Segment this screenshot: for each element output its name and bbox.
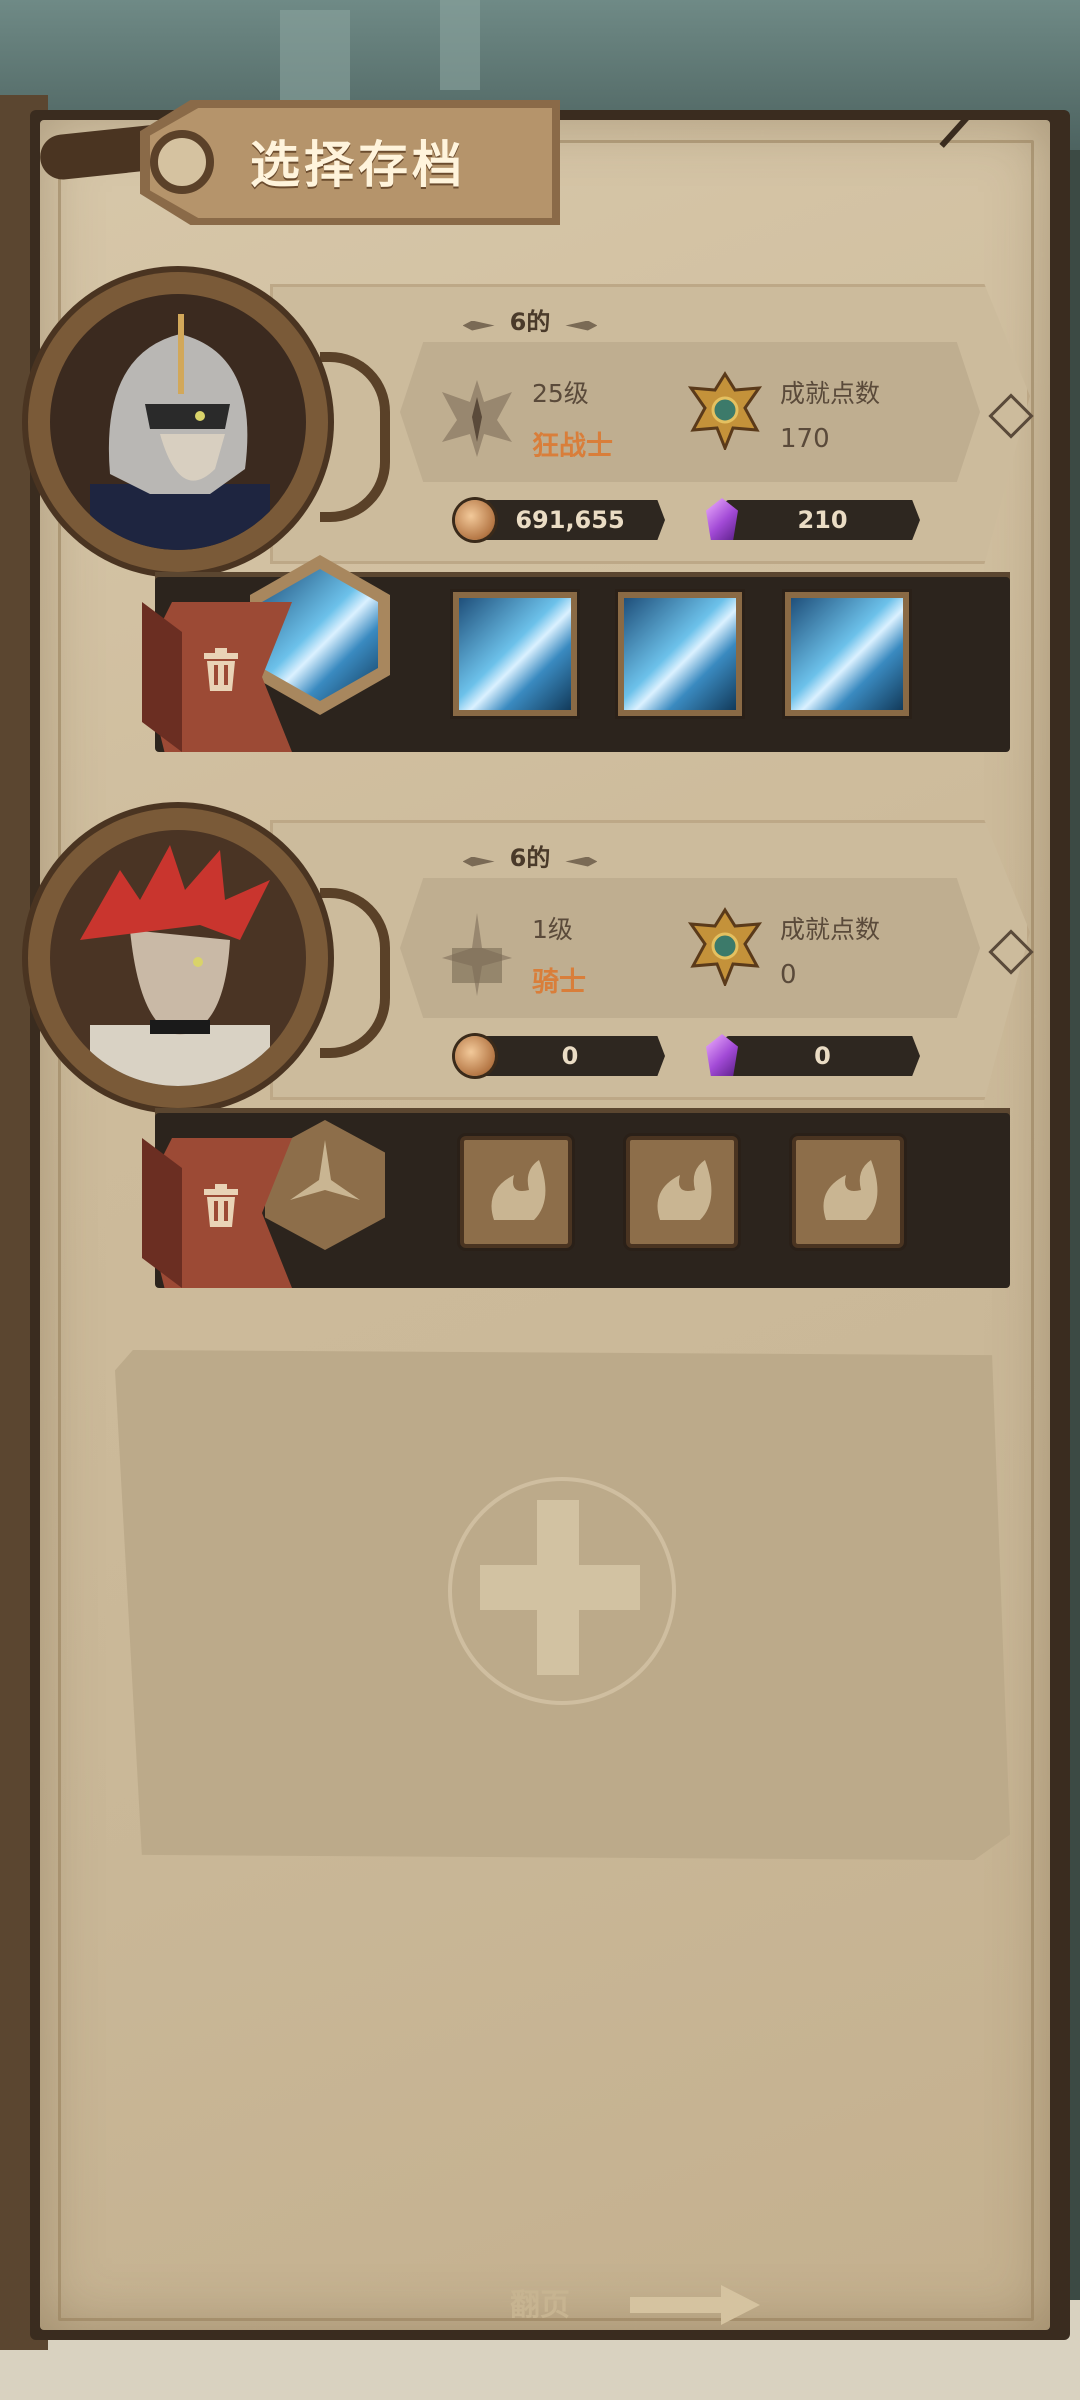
- gold-counter: 691,655: [475, 500, 665, 540]
- tag-ring-icon: [150, 130, 214, 194]
- page-title: 选择存档: [250, 136, 466, 194]
- arrow-right-icon: [565, 320, 598, 331]
- knight-class-icon: [432, 908, 522, 998]
- character-class: 骑士: [532, 967, 586, 998]
- achievement-label: 成就点数: [780, 915, 881, 944]
- arrow-right-icon: [565, 856, 598, 867]
- avatar-berserker: [50, 294, 306, 550]
- arrow-left-icon: [462, 320, 495, 331]
- skill-slot-2[interactable]: [453, 592, 577, 716]
- skill-slot-4[interactable]: [785, 592, 909, 716]
- skill-slot-3[interactable]: [618, 592, 742, 716]
- achievement-points: 170: [780, 424, 830, 454]
- achievement-badge-icon: [685, 906, 765, 989]
- gold-value: 691,655: [515, 506, 625, 534]
- achievement-points: 0: [780, 960, 797, 990]
- gem-value: 0: [814, 1042, 831, 1070]
- achievement-label: 成就点数: [780, 379, 881, 408]
- sword-skill-icon: [262, 569, 378, 701]
- coin-icon: [455, 500, 495, 540]
- plus-icon-bar: [480, 1565, 640, 1610]
- slash-skill-icon: [459, 598, 571, 710]
- gold-counter: 0: [475, 1036, 665, 1076]
- avatar-knight: [50, 830, 306, 1086]
- coin-icon: [455, 1036, 495, 1076]
- whirl-skill-icon: [624, 598, 736, 710]
- locked-skill-4[interactable]: [792, 1136, 904, 1248]
- skill-art: [262, 569, 378, 701]
- arrow-left-icon: [462, 856, 495, 867]
- character-level: 25级: [532, 379, 589, 408]
- character-level: 1级: [532, 915, 573, 944]
- trash-icon[interactable]: [200, 1183, 242, 1229]
- flame-icon: [657, 1160, 712, 1220]
- achievement-badge-icon: [685, 370, 765, 453]
- character-class: 狂战士: [532, 431, 613, 462]
- background-tower: [280, 10, 350, 110]
- locked-skill-3[interactable]: [626, 1136, 738, 1248]
- flame-icon: [491, 1160, 546, 1220]
- save-slot-2[interactable]: 6的 1级 骑士 成就点数 0 0 0: [20, 808, 1040, 1318]
- page-turn-label[interactable]: 翻页: [510, 2280, 570, 2324]
- background-tower: [440, 0, 480, 90]
- save-slot-1[interactable]: 6的 25级 狂战士 成就点数 170 691,655 210: [20, 272, 1040, 782]
- burst-skill-icon: [791, 598, 903, 710]
- locked-skill-2[interactable]: [460, 1136, 572, 1248]
- gem-value: 210: [797, 506, 848, 534]
- gem-counter: 210: [725, 500, 920, 540]
- trash-icon[interactable]: [200, 647, 242, 693]
- slot-name: 6的: [509, 308, 551, 336]
- gold-value: 0: [561, 1042, 579, 1070]
- slot-name: 6的: [509, 844, 551, 872]
- berserker-class-icon: [432, 372, 522, 462]
- flame-icon: [823, 1160, 878, 1220]
- gem-counter: 0: [725, 1036, 920, 1076]
